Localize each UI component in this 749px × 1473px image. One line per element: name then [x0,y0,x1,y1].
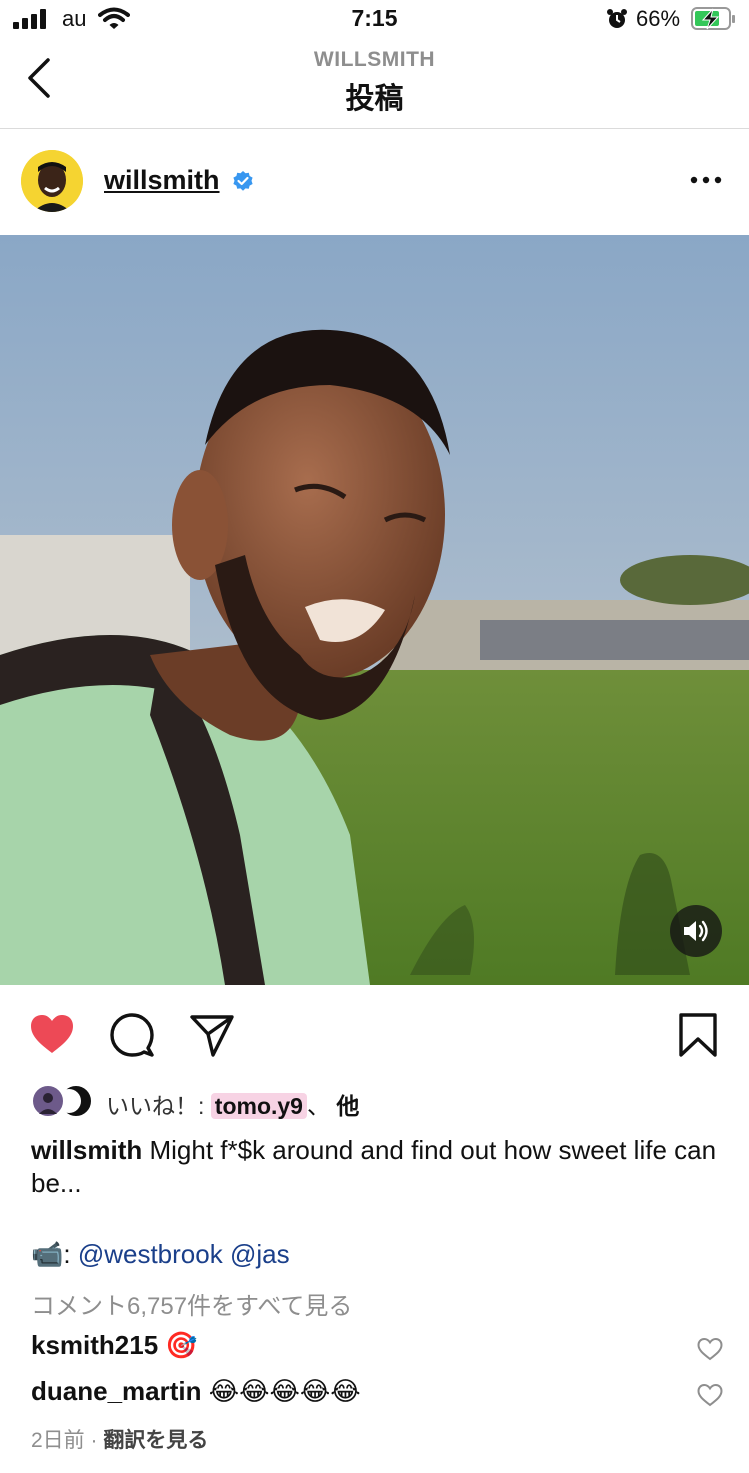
volume-icon [684,920,708,942]
avatar[interactable] [21,150,83,212]
post-video[interactable] [0,235,749,985]
share-icon[interactable] [189,1012,235,1058]
view-all-comments-link[interactable]: コメント6,757件をすべて見る [31,1286,352,1321]
likes-label: いいね！: [106,1093,211,1119]
heart-outline-icon[interactable] [697,1337,723,1361]
battery-percent: 66% [636,6,681,31]
liker-avatars[interactable] [31,1084,95,1118]
comment-text: 😂😂😂😂😂 [208,1376,361,1406]
caption-username[interactable]: willsmith [31,1135,142,1165]
likes-others-link[interactable]: 他 [336,1093,359,1119]
heart-outline-icon[interactable] [697,1383,723,1407]
post-author-username[interactable]: willsmith [104,165,220,196]
more-icon[interactable] [690,174,722,186]
verified-badge-icon [233,171,253,191]
liker-username[interactable]: tomo.y9 [210,1093,307,1119]
volume-button[interactable] [670,905,722,957]
header-subtitle: WILLSMITH [313,48,436,71]
comment-item: duane_martin 😂😂😂😂😂 [31,1376,361,1407]
likes-summary: いいね！: tomo.y9、 他 [106,1087,359,1121]
comment-username[interactable]: ksmith215 [31,1330,158,1360]
mention-westbrook[interactable]: @westbrook [78,1239,223,1269]
page-title: 投稿 [345,83,404,115]
bookmark-icon[interactable] [675,1012,721,1058]
comment-icon[interactable] [109,1012,155,1058]
comment-item: ksmith215 🎯 [31,1330,198,1361]
post-time: 2日前 [31,1429,85,1452]
comment-text: 🎯 [165,1330,198,1360]
credit-separator: : [63,1239,78,1269]
mention-jas[interactable]: @jas [230,1239,290,1269]
camera-emoji: 📹 [31,1239,64,1269]
translate-link[interactable]: 翻訳を見る [103,1429,208,1452]
status-bar: au 7:15 66% [0,0,749,40]
nav-header: WILLSMITH 投稿 [0,40,749,129]
battery-charging-icon [691,7,735,30]
heart-filled-icon[interactable] [29,1012,75,1058]
likes-separator: 、 [306,1093,330,1119]
meta-separator: · [84,1429,104,1452]
caption-credit: 📹: @westbrook @jas [31,1239,290,1270]
post-meta: 2日前 · 翻訳を見る [31,1424,208,1454]
alarm-icon [607,9,627,28]
post-caption: willsmith Might f*$k around and find out… [31,1134,721,1200]
comment-username[interactable]: duane_martin [31,1376,202,1406]
